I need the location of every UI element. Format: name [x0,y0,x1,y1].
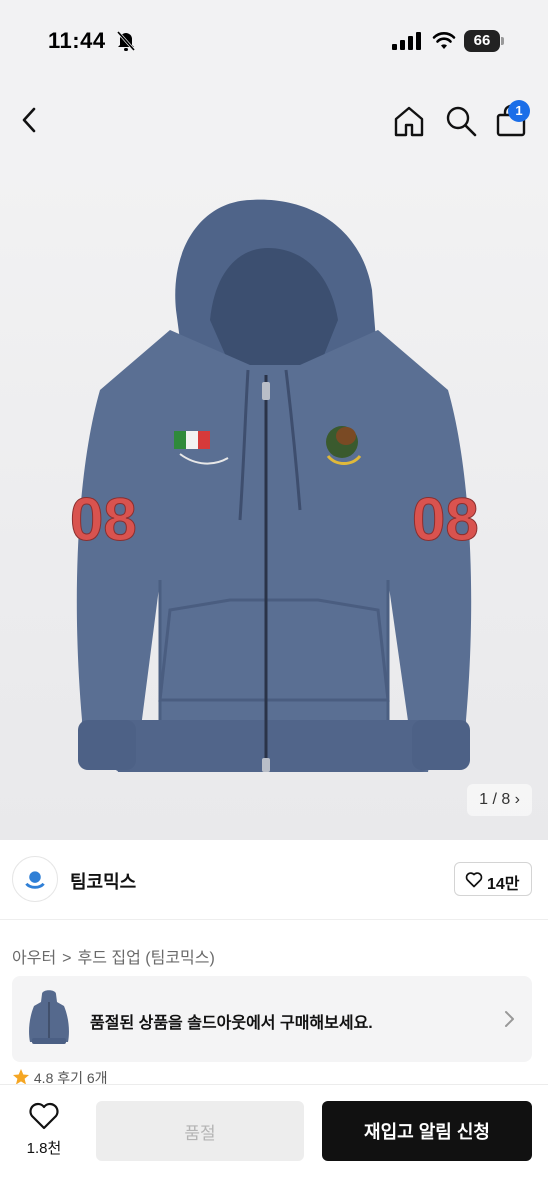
battery-icon: 66 [464,30,504,52]
breadcrumb-subcategory[interactable]: 후드 집업 (팀코믹스) [78,944,215,968]
signal-icon [392,32,421,50]
bell-off-icon [116,31,136,51]
brand-like-button[interactable]: 14만 [454,862,532,896]
bottom-action-bar: 1.8천 품절 재입고 알림 신청 [0,1084,548,1200]
left-sleeve-number: 08 [70,486,137,553]
chevron-right-icon [505,1011,514,1027]
wifi-icon [432,32,456,49]
breadcrumb-separator: > [62,950,72,967]
hoodie-product-image: 08 08 [70,199,479,772]
hoodie-thumbnail [29,990,69,1044]
soldout-banner-text: 품절된 상품을 솔드아웃에서 구매해보세요. [90,1015,373,1032]
search-icon[interactable] [444,104,478,138]
top-nav-bar [0,84,548,160]
heart-icon [465,872,483,888]
home-icon[interactable] [392,104,426,138]
image-page-counter[interactable]: 1 / 8 › [467,784,532,816]
brand-logo[interactable] [12,856,58,902]
product-image-gallery[interactable]: 08 08 1 / 8 › [0,160,548,840]
right-sleeve-number: 08 [412,486,479,553]
category-breadcrumb: 아우터 > 후드 집업 (팀코믹스) [12,944,215,968]
battery-tip [501,37,504,45]
brand-row: 팀코믹스 14만 [0,840,548,920]
wishlist-heart-icon[interactable] [28,1101,60,1131]
brand-like-count: 14만 [487,876,520,893]
back-icon[interactable] [14,102,44,138]
breadcrumb-category[interactable]: 아우터 [12,944,56,968]
soldout-button: 품절 [96,1101,304,1161]
restock-notify-button[interactable]: 재입고 알림 신청 [322,1101,532,1161]
status-time: 11:44 [48,28,106,53]
cart-count-badge: 1 [508,100,530,122]
battery-level: 66 [464,30,500,52]
soldout-promo-banner[interactable]: 품절된 상품을 솔드아웃에서 구매해보세요. [12,976,532,1062]
brand-name[interactable]: 팀코믹스 [70,868,136,894]
wishlist-count: 1.8천 [26,1140,62,1157]
status-bar: 11:44 66 [0,0,548,84]
